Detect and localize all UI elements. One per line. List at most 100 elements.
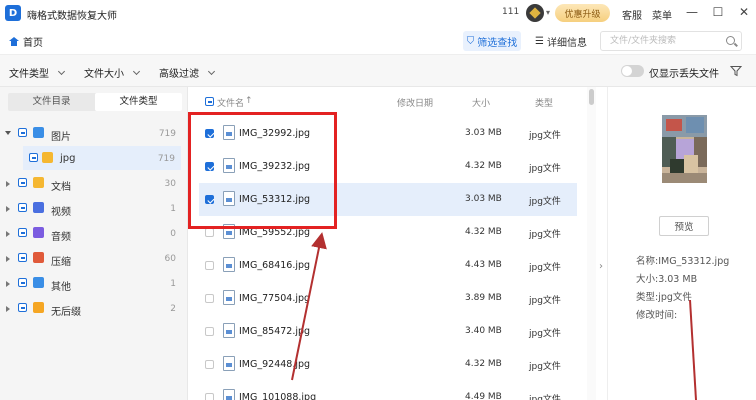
sidebar-item[interactable]: 压缩 60 <box>0 246 188 270</box>
file-type: jpg文件 <box>529 230 561 240</box>
file-size-meta: 大小:3.03 MB <box>636 274 698 285</box>
scrollbar-thumb[interactable] <box>589 89 594 105</box>
expand-right-icon[interactable] <box>6 306 10 312</box>
home-icon <box>9 36 19 46</box>
sidebar-item-count: 719 <box>158 129 176 139</box>
file-type: jpg文件 <box>529 296 561 306</box>
filter-search-button[interactable]: ⛉ 筛选查找 <box>463 31 521 51</box>
show-lost-only-label: 仅显示丢失文件 <box>649 69 719 80</box>
tab-file-type[interactable]: 文件类型 <box>95 93 182 111</box>
sidebar-item-checkbox[interactable] <box>18 128 27 137</box>
app-title: 嗨格式数据恢复大师 <box>27 11 117 22</box>
file-type-dropdown[interactable]: 文件类型 <box>9 65 66 80</box>
expand-right-icon[interactable] <box>6 206 10 212</box>
file-modified-meta: 修改时间: <box>636 310 678 321</box>
sidebar-item-count: 30 <box>164 179 176 189</box>
file-type-label: 文件类型 <box>9 69 49 80</box>
row-checkbox[interactable] <box>205 393 214 400</box>
sort-arrow-icon[interactable]: ↑ <box>245 96 253 106</box>
message-count[interactable]: 111 <box>502 7 519 17</box>
sidebar-item-checkbox[interactable] <box>18 303 27 312</box>
show-lost-only-toggle[interactable] <box>621 65 644 77</box>
file-type-icon <box>33 177 44 188</box>
sidebar-item-count: 60 <box>164 254 176 264</box>
sidebar-item-checkbox[interactable] <box>18 228 27 237</box>
row-checkbox[interactable] <box>205 294 214 303</box>
file-name: IMG_92448.jpg <box>239 359 311 370</box>
sidebar-item-checkbox[interactable] <box>29 153 38 162</box>
sidebar-item-checkbox[interactable] <box>18 203 27 212</box>
sidebar-item[interactable]: 无后缀 2 <box>0 296 188 320</box>
expand-right-icon[interactable] <box>6 181 10 187</box>
table-row[interactable]: IMG_77504.jpg 3.89 MB jpg文件 <box>199 282 577 315</box>
file-type: jpg文件 <box>529 362 561 372</box>
funnel-icon: ⛉ <box>466 35 475 47</box>
tab-home[interactable]: 首页 <box>9 32 43 50</box>
file-size-label: 文件大小 <box>84 69 124 80</box>
row-checkbox[interactable] <box>205 360 214 369</box>
sidebar-item-checkbox[interactable] <box>18 178 27 187</box>
sidebar-item[interactable]: 文档 30 <box>0 171 188 195</box>
select-all-checkbox[interactable] <box>205 97 214 106</box>
file-type: jpg文件 <box>529 263 561 273</box>
preview-button[interactable]: 预览 <box>659 216 709 236</box>
expand-right-icon[interactable] <box>6 256 10 262</box>
filter-bar: 文件类型 文件大小 高级过滤 仅显示丢失文件 <box>0 55 756 87</box>
expand-right-icon[interactable] <box>6 231 10 237</box>
search-input[interactable] <box>601 32 711 50</box>
table-row[interactable]: IMG_68416.jpg 4.43 MB jpg文件 <box>199 249 577 282</box>
sidebar-item[interactable]: 其他 1 <box>0 271 188 295</box>
annotation-highlight-box <box>188 112 337 229</box>
image-file-icon <box>223 290 235 305</box>
image-file-icon <box>223 323 235 338</box>
table-row[interactable]: IMG_85472.jpg 3.40 MB jpg文件 <box>199 315 577 348</box>
row-checkbox[interactable] <box>205 228 214 237</box>
file-size: 3.40 MB <box>465 326 502 336</box>
sidebar-item[interactable]: 图片 719 <box>0 121 188 145</box>
sidebar-item-count: 1 <box>170 204 176 214</box>
table-row[interactable]: IMG_101088.jpg 4.49 MB jpg文件 <box>199 381 577 400</box>
column-modified[interactable]: 修改日期 <box>397 96 433 109</box>
menu-link[interactable]: 菜单 <box>652 7 672 22</box>
column-name[interactable]: 文件名 <box>217 96 244 109</box>
expand-down-icon[interactable] <box>5 131 11 135</box>
file-type-icon <box>33 302 44 313</box>
close-icon[interactable]: ✕ <box>737 5 751 19</box>
user-avatar[interactable] <box>526 4 544 22</box>
sidebar-item-checkbox[interactable] <box>18 253 27 262</box>
upgrade-button[interactable]: 优惠升级 <box>555 4 610 22</box>
list-scrollbar[interactable] <box>587 87 596 400</box>
detail-info-label: 详细信息 <box>546 37 587 49</box>
collapse-panel-icon[interactable]: › <box>596 260 606 274</box>
file-type: jpg文件 <box>529 197 561 207</box>
file-size-dropdown[interactable]: 文件大小 <box>84 65 141 80</box>
advanced-filter-dropdown[interactable]: 高级过滤 <box>159 65 216 80</box>
tab-home-label: 首页 <box>23 37 43 49</box>
filter-settings-icon[interactable] <box>730 65 742 77</box>
sidebar-item-label: jpg <box>60 153 76 164</box>
sidebar-item-label: 压缩 <box>51 257 71 268</box>
sidebar: 文件目录 文件类型 图片 719 jpg 719 文档 30 视频 1 音频 0 压缩 60 其他 1 无后… <box>0 87 188 400</box>
sidebar-item[interactable]: jpg 719 <box>23 146 181 170</box>
column-type[interactable]: 类型 <box>535 96 553 109</box>
row-checkbox[interactable] <box>205 261 214 270</box>
column-size[interactable]: 大小 <box>472 96 490 109</box>
tab-file-directory[interactable]: 文件目录 <box>8 93 95 111</box>
maximize-icon[interactable]: ☐ <box>711 5 725 19</box>
detail-info-button[interactable]: ☰ 详细信息 <box>532 31 590 51</box>
chevron-down-icon <box>57 67 66 75</box>
customer-service-link[interactable]: 客服 <box>622 7 642 22</box>
sidebar-item[interactable]: 视频 1 <box>0 196 188 220</box>
filter-search-label: 筛选查找 <box>477 37 518 49</box>
minimize-icon[interactable]: — <box>685 5 699 19</box>
table-row[interactable]: IMG_92448.jpg 4.32 MB jpg文件 <box>199 348 577 381</box>
expand-right-icon[interactable] <box>6 281 10 287</box>
search-icon[interactable] <box>726 36 735 45</box>
sidebar-item-checkbox[interactable] <box>18 278 27 287</box>
file-size: 4.43 MB <box>465 260 502 270</box>
image-file-icon <box>223 257 235 272</box>
row-checkbox[interactable] <box>205 327 214 336</box>
image-file-icon <box>223 389 235 400</box>
chevron-down-icon[interactable]: ▾ <box>546 8 550 17</box>
sidebar-item[interactable]: 音频 0 <box>0 221 188 245</box>
